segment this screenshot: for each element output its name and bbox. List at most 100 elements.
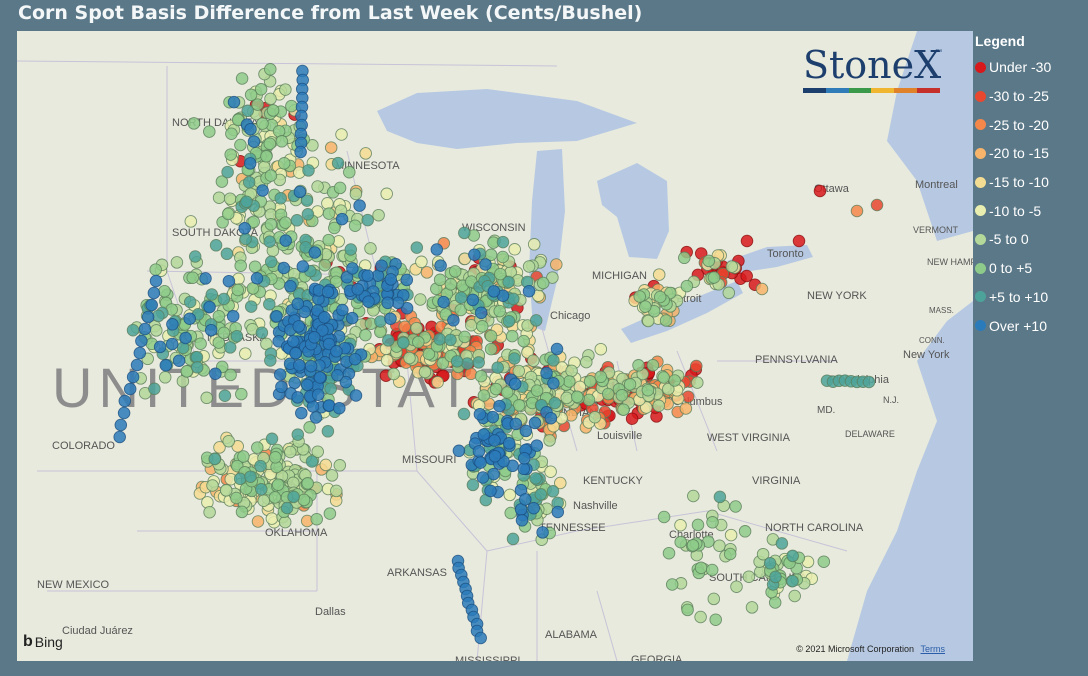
basis-point[interactable] — [287, 335, 300, 348]
basis-point[interactable] — [398, 320, 411, 333]
basis-point[interactable] — [158, 284, 171, 298]
basis-point[interactable] — [674, 518, 687, 532]
basis-point[interactable] — [468, 248, 481, 261]
basis-point[interactable] — [410, 241, 424, 254]
basis-point[interactable] — [291, 391, 304, 404]
basis-point[interactable] — [430, 243, 444, 256]
basis-point[interactable] — [694, 610, 707, 624]
basis-point[interactable] — [275, 380, 288, 394]
basis-point[interactable] — [458, 330, 471, 344]
basis-point[interactable] — [288, 376, 301, 390]
basis-point[interactable] — [302, 164, 315, 177]
basis-point[interactable] — [543, 434, 556, 447]
basis-point[interactable] — [239, 347, 252, 360]
basis-point[interactable] — [270, 310, 283, 323]
basis-point[interactable] — [454, 291, 468, 304]
basis-point[interactable] — [457, 407, 471, 421]
basis-point[interactable] — [786, 549, 799, 563]
basis-point[interactable] — [126, 370, 140, 384]
basis-point[interactable] — [321, 197, 334, 210]
basis-point[interactable] — [284, 279, 297, 293]
basis-point[interactable] — [222, 434, 235, 448]
basis-point[interactable] — [209, 239, 223, 252]
basis-point[interactable] — [713, 490, 727, 504]
basis-point[interactable] — [235, 505, 249, 519]
basis-point[interactable] — [257, 494, 270, 507]
basis-point[interactable] — [268, 491, 282, 504]
basis-point[interactable] — [264, 92, 277, 106]
basis-point[interactable] — [755, 282, 769, 296]
basis-point[interactable] — [333, 181, 347, 195]
basis-point[interactable] — [335, 212, 349, 226]
basis-point[interactable] — [488, 449, 502, 463]
basis-point[interactable] — [250, 272, 264, 285]
basis-point[interactable] — [348, 219, 362, 232]
basis-point[interactable] — [725, 260, 739, 273]
basis-point[interactable] — [674, 535, 687, 549]
basis-point[interactable] — [484, 484, 497, 498]
basis-point[interactable] — [678, 251, 691, 265]
basis-point[interactable] — [293, 359, 306, 372]
basis-point[interactable] — [278, 515, 292, 529]
basis-point[interactable] — [625, 412, 639, 425]
basis-point[interactable] — [318, 311, 331, 324]
basis-point[interactable] — [336, 303, 349, 317]
legend-item[interactable]: -15 to -10 — [974, 168, 1086, 197]
basis-point[interactable] — [148, 382, 161, 396]
basis-point[interactable] — [547, 377, 560, 390]
basis-point[interactable] — [570, 390, 584, 404]
basis-point[interactable] — [509, 417, 523, 431]
basis-point[interactable] — [149, 274, 163, 288]
basis-point[interactable] — [503, 488, 517, 502]
basis-point[interactable] — [330, 484, 343, 498]
basis-point[interactable] — [279, 234, 292, 247]
basis-point[interactable] — [225, 127, 238, 140]
basis-point[interactable] — [333, 401, 346, 415]
basis-point[interactable] — [349, 187, 363, 201]
basis-point[interactable] — [474, 631, 487, 645]
basis-point[interactable] — [458, 226, 471, 240]
basis-point[interactable] — [474, 456, 487, 469]
basis-point[interactable] — [792, 234, 806, 248]
basis-point[interactable] — [306, 400, 320, 413]
basis-point[interactable] — [515, 514, 529, 527]
basis-point[interactable] — [775, 537, 789, 550]
basis-point[interactable] — [723, 547, 737, 561]
basis-point[interactable] — [505, 329, 519, 343]
basis-point[interactable] — [291, 428, 305, 441]
basis-point[interactable] — [476, 471, 490, 484]
basis-point[interactable] — [233, 472, 247, 486]
basis-point[interactable] — [311, 180, 324, 193]
basis-point[interactable] — [582, 393, 596, 407]
basis-point[interactable] — [617, 403, 630, 416]
basis-point[interactable] — [418, 365, 432, 379]
basis-point[interactable] — [517, 462, 531, 476]
basis-point[interactable] — [309, 411, 323, 424]
basis-point[interactable] — [319, 458, 333, 472]
basis-point[interactable] — [264, 354, 277, 367]
basis-point[interactable] — [265, 432, 279, 446]
basis-point[interactable] — [223, 341, 237, 354]
basis-point[interactable] — [486, 410, 500, 424]
basis-point[interactable] — [244, 122, 257, 136]
basis-point[interactable] — [594, 342, 608, 356]
basis-point[interactable] — [274, 192, 287, 205]
basis-point[interactable] — [550, 258, 563, 271]
basis-point[interactable] — [219, 484, 233, 497]
basis-point[interactable] — [544, 465, 557, 478]
basis-point[interactable] — [187, 117, 201, 130]
basis-point[interactable] — [190, 361, 204, 374]
basis-point[interactable] — [217, 326, 231, 340]
basis-point[interactable] — [687, 489, 700, 503]
basis-map[interactable]: NORTH DAKOTA SOUTH DAKOTA MINNESOTA WISCONS… — [17, 31, 973, 661]
basis-point[interactable] — [235, 387, 248, 401]
basis-point[interactable] — [260, 150, 273, 163]
basis-point[interactable] — [254, 459, 267, 473]
basis-point[interactable] — [382, 334, 395, 347]
basis-point[interactable] — [275, 135, 289, 148]
basis-point[interactable] — [239, 232, 252, 246]
basis-point[interactable] — [646, 358, 660, 372]
basis-point[interactable] — [297, 493, 311, 507]
basis-point[interactable] — [742, 570, 756, 583]
basis-point[interactable] — [690, 359, 703, 373]
